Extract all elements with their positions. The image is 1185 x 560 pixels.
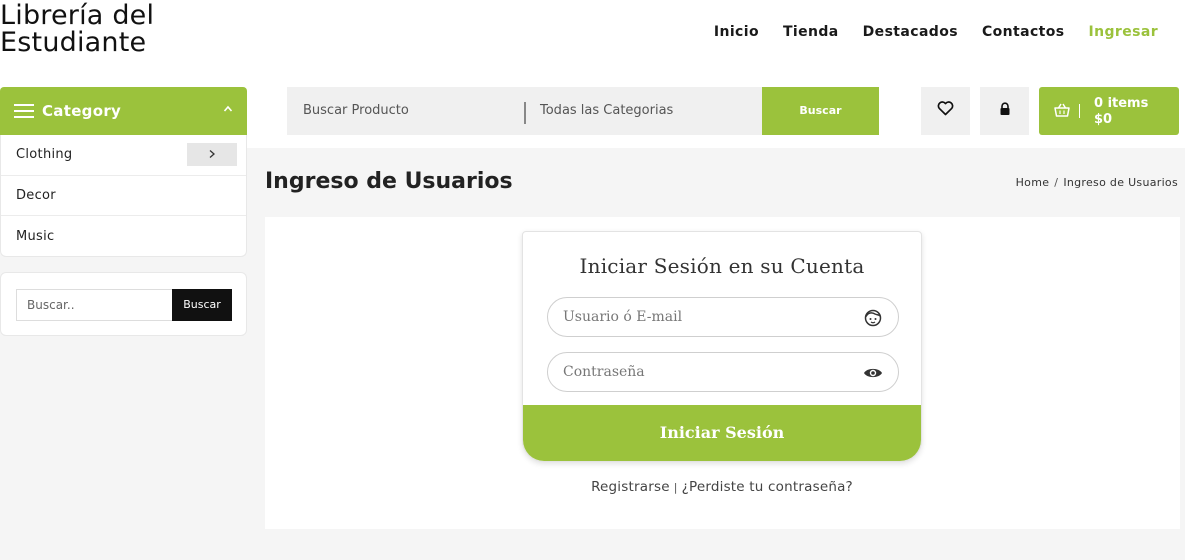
register-link[interactable]: Registrarse (591, 479, 670, 495)
sidebar-search-button[interactable]: Buscar (172, 289, 232, 321)
username-field[interactable]: Usuario ó E-mail (547, 297, 899, 337)
main-nav: Inicio Tienda Destacados Contactos Ingre… (714, 24, 1158, 40)
page-title: Ingreso de Usuarios (265, 169, 513, 194)
username-placeholder: Usuario ó E-mail (563, 309, 683, 325)
chevron-up-icon (223, 102, 233, 117)
login-submit-button[interactable]: Iniciar Sesión (523, 405, 921, 461)
menu-icon (14, 104, 34, 118)
cart-summary: 0 items $0 (1094, 96, 1148, 128)
login-card: Iniciar Sesión en su Cuenta Usuario ó E-… (522, 231, 922, 462)
logo-line-2: Estudiante (0, 27, 147, 58)
heart-icon (937, 101, 954, 121)
cart-total: $0 (1094, 112, 1113, 127)
category-item-label: Music (16, 228, 55, 244)
category-select[interactable]: Todas las Categorias (540, 87, 673, 135)
nav-inicio[interactable]: Inicio (714, 24, 759, 40)
nav-contactos[interactable]: Contactos (982, 24, 1065, 40)
chevron-right-icon (208, 148, 216, 162)
wishlist-button[interactable] (921, 87, 970, 135)
forgot-password-link[interactable]: ¿Perdiste tu contraseña? (682, 479, 853, 495)
logo-line-1: Librería del (0, 0, 155, 31)
category-toggle[interactable]: Category (0, 87, 247, 135)
account-button[interactable] (980, 87, 1029, 135)
face-icon (863, 308, 883, 328)
nav-ingresar[interactable]: Ingresar (1089, 24, 1158, 40)
product-search-bar: Buscar Producto Todas las Categorias Bus… (287, 87, 879, 135)
breadcrumb-home[interactable]: Home (1016, 176, 1050, 189)
breadcrumb-current: Ingreso de Usuarios (1063, 176, 1178, 189)
sidebar-search-input[interactable]: Buscar.. (16, 289, 173, 321)
password-placeholder: Contraseña (563, 364, 645, 380)
category-item-label: Decor (16, 187, 56, 203)
search-divider (524, 102, 526, 124)
category-item-clothing[interactable]: Clothing (1, 135, 246, 176)
nav-tienda[interactable]: Tienda (783, 24, 839, 40)
cart-divider (1079, 104, 1080, 118)
password-field[interactable]: Contraseña (547, 352, 899, 392)
lock-icon (999, 101, 1011, 121)
sidebar-search: Buscar.. Buscar (0, 272, 247, 336)
cart-items-count: 0 items (1094, 96, 1149, 111)
links-separator: | (673, 481, 678, 494)
search-button[interactable]: Buscar (762, 87, 879, 135)
category-list: Clothing Decor Music (0, 135, 247, 257)
login-title: Iniciar Sesión en su Cuenta (579, 254, 865, 278)
basket-icon (1054, 103, 1070, 122)
submenu-toggle[interactable] (187, 143, 237, 166)
category-item-decor[interactable]: Decor (1, 176, 246, 216)
eye-icon[interactable] (863, 363, 883, 383)
category-title: Category (42, 102, 122, 120)
category-item-music[interactable]: Music (1, 216, 246, 257)
site-logo[interactable]: Librería del Estudiante (0, 2, 154, 56)
nav-destacados[interactable]: Destacados (863, 24, 958, 40)
product-search-input[interactable]: Buscar Producto (303, 87, 409, 135)
breadcrumb: Home / Ingreso de Usuarios (1016, 176, 1178, 189)
cart-button[interactable]: 0 items $0 (1039, 87, 1179, 135)
breadcrumb-separator: / (1054, 176, 1059, 189)
category-item-label: Clothing (16, 147, 73, 163)
login-links: Registrarse | ¿Perdiste tu contraseña? (522, 479, 922, 495)
